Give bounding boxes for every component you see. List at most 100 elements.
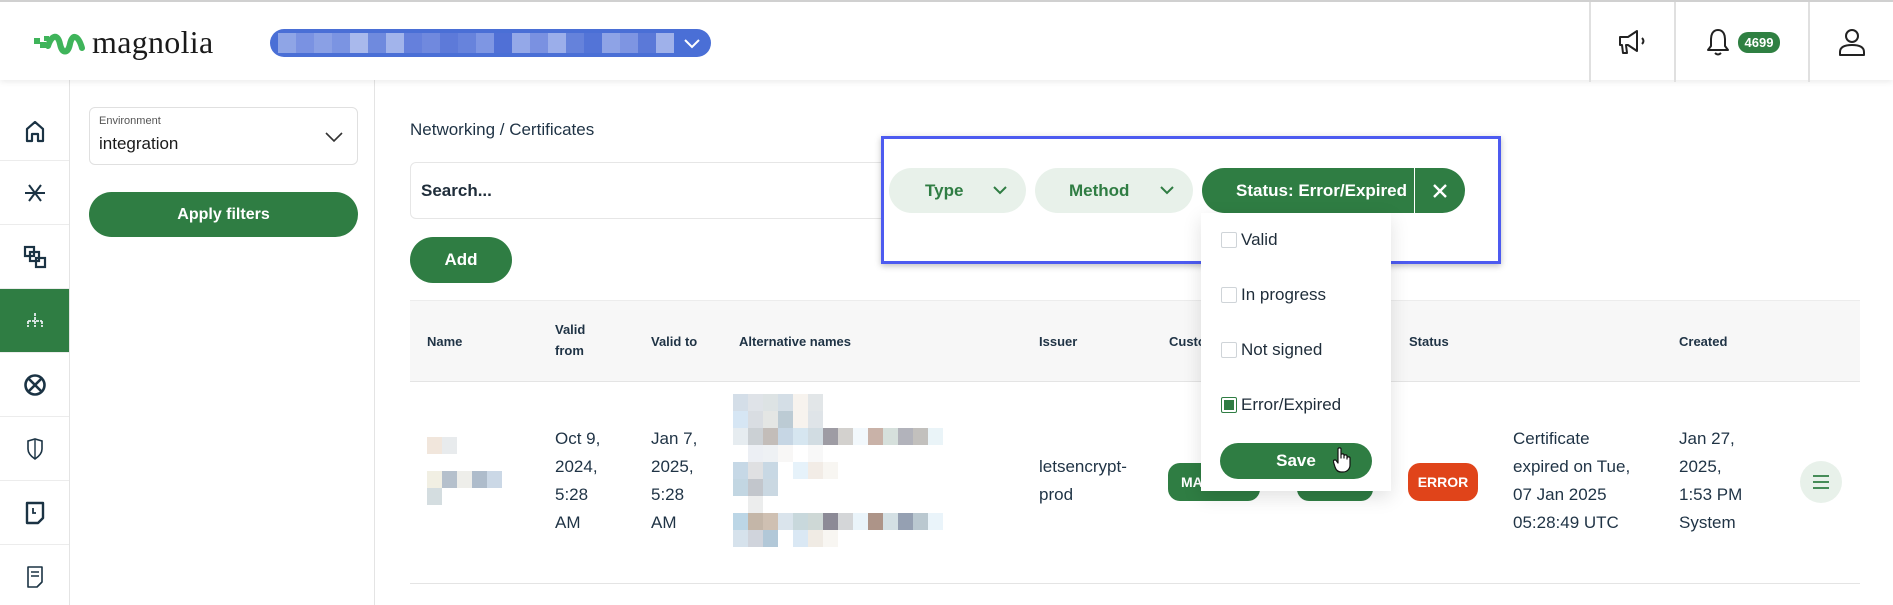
method-chip-label: Method [1069,180,1130,200]
user-menu-button[interactable] [1808,2,1893,82]
option-label: Error/Expired [1241,395,1342,414]
valid-from-line: 5:28 [555,485,589,504]
type-chip-label: Type [925,180,964,200]
col-alternative-names[interactable]: Alternative names [739,331,851,352]
home-icon [25,120,44,142]
valid-to-line: 2025, [651,457,694,476]
bell-icon [1706,29,1729,56]
stacked-squares-icon [23,245,46,268]
notifications-button[interactable]: 4699 [1674,2,1808,82]
created-line: System [1679,513,1736,532]
megaphone-icon [1618,30,1644,54]
network-tree-icon [26,312,43,327]
search-input[interactable] [410,162,890,219]
checkbox-checked[interactable] [1221,397,1237,413]
environment-switcher[interactable] [270,29,711,57]
status-option-valid[interactable]: Valid [1221,230,1278,250]
chevron-down-icon [325,132,343,143]
col-issuer[interactable]: Issuer [1039,331,1077,352]
rail-item-networking[interactable] [0,289,69,353]
col-status[interactable]: Status [1409,331,1449,352]
chevron-down-icon [993,186,1007,195]
col-valid-from-line2: from [555,343,584,358]
status-message-line: 05:28:49 UTC [1513,513,1619,532]
add-button[interactable]: Add [410,237,512,283]
status-filter-chip[interactable]: Status: Error/Expired [1202,168,1465,213]
valid-from-line: 2024, [555,457,598,476]
status-option-not-signed[interactable]: Not signed [1221,340,1322,360]
valid-to-line: Jan 7, [651,429,698,448]
created-line: 1:53 PM [1679,485,1743,504]
chevron-down-icon [684,39,700,49]
valid-from-cell: Oct 9, 2024, 5:28 AM [555,425,600,537]
rail-item-shield[interactable] [0,417,69,481]
environment-label: Environment [99,115,161,127]
created-line: Jan 27, [1679,429,1735,448]
certificates-table: Name Valid from Valid to Alternative name… [410,300,1860,584]
rail-item-document-clock[interactable] [0,481,69,545]
top-bar: magnolia 4699 [0,0,1893,82]
created-line: 2025, [1679,457,1722,476]
environment-select[interactable]: Environment integration [89,107,358,165]
table-header: Name Valid from Valid to Alternative name… [410,300,1860,382]
asterisk-icon [24,183,45,202]
environment-value: integration [99,134,179,153]
rail-item-document[interactable] [0,545,69,605]
method-filter-chip[interactable]: Method [1035,168,1193,213]
option-label: In progress [1241,285,1327,304]
issuer-line: prod [1039,485,1074,504]
magnolia-logo[interactable]: magnolia [34,24,213,61]
type-filter-chip[interactable]: Type [889,168,1026,213]
filter-panel: Environment integration Apply filters [71,80,375,605]
col-valid-from[interactable]: Valid from [555,319,585,361]
rail-item-asterisk[interactable] [0,161,69,225]
option-label: Not signed [1241,340,1323,359]
redacted-environment-name [270,29,674,57]
rail-item-globe[interactable] [0,353,69,417]
status-message-line: 07 Jan 2025 [1513,485,1607,504]
status-message-cell: Certificate expired on Tue, 07 Jan 2025 … [1513,425,1630,537]
status-message-line: expired on Tue, [1513,457,1631,476]
issuer-cell: letsencrypt- prod [1039,453,1127,509]
created-cell: Jan 27, 2025, 1:53 PM System [1679,425,1742,537]
hand-pointer-cursor-icon [1333,447,1351,473]
globe-icon [23,373,46,396]
status-option-error-expired[interactable]: Error/Expired [1221,395,1341,415]
redacted-certificate-name [427,437,502,505]
table-row[interactable]: Oct 9, 2024, 5:28 AM Jan 7, 2025, 5:28 A… [410,382,1860,584]
valid-from-line: Oct 9, [555,429,601,448]
status-option-in-progress[interactable]: In progress [1221,285,1326,305]
status-message-line: Certificate [1513,429,1590,448]
navigation-rail [0,80,70,605]
checkbox[interactable] [1221,232,1237,248]
logo-text: magnolia [92,24,214,60]
row-actions-button[interactable] [1800,461,1842,503]
col-valid-from-line1: Valid [555,322,586,337]
col-created[interactable]: Created [1679,331,1727,352]
option-label: Valid [1241,230,1278,249]
document-clock-icon [25,501,44,524]
rail-item-stacked-squares[interactable] [0,225,69,289]
close-icon [1433,183,1447,198]
status-badge: ERROR [1408,463,1478,501]
apply-filters-button[interactable]: Apply filters [89,192,358,237]
checkbox[interactable] [1221,342,1237,358]
announcements-button[interactable] [1589,2,1674,82]
chevron-down-icon [1160,186,1174,195]
valid-to-cell: Jan 7, 2025, 5:28 AM [651,425,697,537]
magnolia-logo-icon [34,33,85,54]
status-filter-dropdown: Valid In progress Not signed Error/Expir… [1201,213,1391,491]
col-valid-to[interactable]: Valid to [651,331,697,352]
status-chip-label: Status: Error/Expired [1236,180,1407,200]
rail-item-home[interactable] [0,101,69,161]
checkbox[interactable] [1221,287,1237,303]
clear-status-filter-button[interactable] [1415,183,1465,198]
notification-count-badge: 4699 [1737,31,1781,53]
col-name[interactable]: Name [427,331,462,352]
document-icon [26,565,43,588]
hamburger-menu-icon [1813,475,1829,489]
valid-from-line: AM [555,513,581,532]
user-icon [1838,29,1865,56]
issuer-line: letsencrypt- [1039,457,1127,476]
valid-to-line: AM [651,513,677,532]
